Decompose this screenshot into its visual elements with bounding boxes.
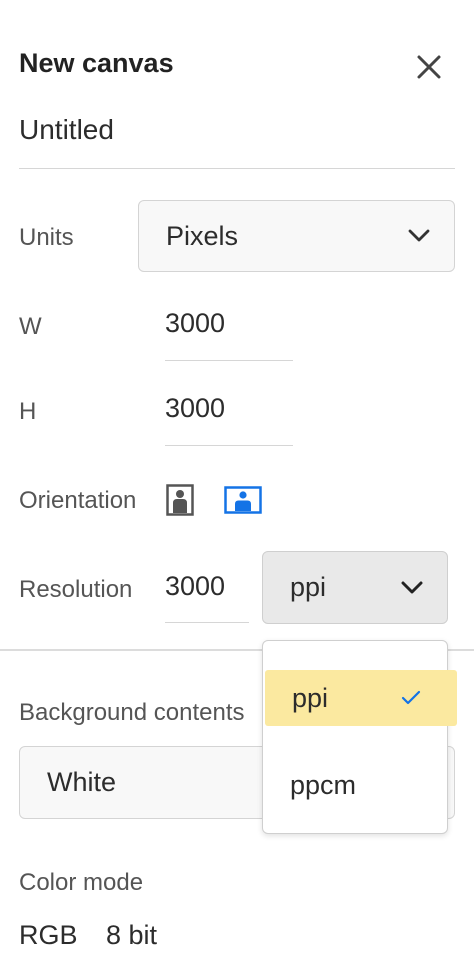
resolution-field[interactable]: 3000 bbox=[165, 562, 249, 623]
menu-item-label: ppcm bbox=[290, 769, 357, 800]
checkmark-icon bbox=[401, 690, 421, 705]
width-field[interactable]: 3000 bbox=[165, 300, 293, 361]
color-mode-label: Color mode bbox=[19, 869, 144, 896]
menu-item-ppi[interactable]: ppi bbox=[265, 670, 457, 726]
panel-title: New canvas bbox=[19, 48, 174, 78]
document-name-value: Untitled bbox=[19, 114, 114, 145]
width-value: 3000 bbox=[165, 308, 226, 338]
chevron-down-icon bbox=[408, 229, 430, 242]
height-value: 3000 bbox=[165, 393, 226, 423]
orientation-label: Orientation bbox=[19, 487, 137, 514]
close-icon bbox=[417, 55, 441, 79]
units-select[interactable]: Pixels bbox=[138, 200, 455, 272]
resolution-value: 3000 bbox=[165, 571, 226, 601]
landscape-orientation-button[interactable] bbox=[224, 486, 262, 519]
width-label: W bbox=[19, 313, 42, 340]
resolution-unit-menu: ppi ppcm bbox=[262, 640, 457, 834]
chevron-down-icon bbox=[401, 581, 423, 593]
bit-depth-value: 8 bit bbox=[106, 920, 158, 950]
menu-item-label: ppi bbox=[292, 682, 329, 713]
height-label: H bbox=[19, 398, 37, 425]
color-mode-value: RGB bbox=[19, 920, 78, 950]
portrait-icon bbox=[166, 484, 194, 516]
landscape-icon bbox=[224, 486, 262, 514]
background-contents-label: Background contents bbox=[19, 699, 245, 726]
height-field[interactable]: 3000 bbox=[165, 385, 293, 446]
units-label: Units bbox=[19, 224, 74, 251]
new-canvas-panel: New canvas Untitled Units Pixels W 3000 … bbox=[0, 0, 474, 968]
resolution-label: Resolution bbox=[19, 576, 133, 603]
resolution-unit-select[interactable]: ppi bbox=[262, 551, 448, 624]
close-button[interactable] bbox=[412, 50, 446, 84]
resolution-unit-value: ppi bbox=[290, 572, 327, 602]
units-value: Pixels bbox=[166, 220, 239, 251]
portrait-orientation-button[interactable] bbox=[166, 484, 194, 521]
document-name-field[interactable]: Untitled bbox=[19, 104, 455, 169]
background-contents-value: White bbox=[47, 767, 117, 797]
menu-item-ppcm[interactable]: ppcm bbox=[263, 757, 447, 813]
